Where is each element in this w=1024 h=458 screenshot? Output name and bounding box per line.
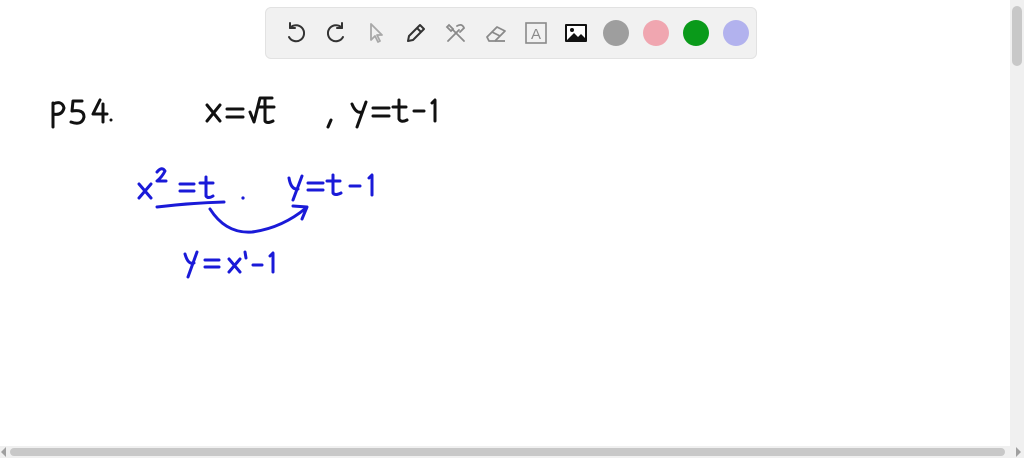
text-tool-button[interactable]: A bbox=[516, 13, 556, 53]
color-dot bbox=[603, 20, 629, 46]
handwritten-p54-label bbox=[51, 98, 113, 129]
handwritten-y-equals-t-minus-1-blue bbox=[287, 173, 374, 202]
pen-tool-button[interactable] bbox=[396, 13, 436, 53]
horizontal-scrollbar[interactable] bbox=[0, 446, 1024, 458]
tools-icon bbox=[445, 23, 466, 42]
scroll-right-arrow-icon[interactable] bbox=[1016, 447, 1021, 457]
svg-text:A: A bbox=[531, 26, 541, 43]
select-arrow-icon bbox=[370, 23, 383, 43]
handwritten-x-equals-sqrt-t bbox=[205, 96, 276, 124]
handwritten-y-equals-x-squared-minus-1 bbox=[183, 250, 275, 279]
color-swatch-green[interactable] bbox=[676, 13, 716, 53]
color-dot bbox=[723, 20, 749, 46]
redo-icon bbox=[326, 22, 344, 43]
handwritten-x-squared-equals-t bbox=[137, 167, 245, 209]
color-swatch-gray[interactable] bbox=[596, 13, 636, 53]
color-dot bbox=[683, 20, 709, 46]
horizontal-scroll-thumb[interactable] bbox=[10, 448, 1005, 456]
image-tool-button[interactable] bbox=[556, 13, 596, 53]
scroll-left-arrow-icon[interactable] bbox=[1, 447, 6, 457]
vertical-scroll-thumb[interactable] bbox=[1012, 6, 1022, 66]
select-tool-button[interactable] bbox=[356, 13, 396, 53]
eraser-tool-button[interactable] bbox=[476, 13, 516, 53]
eraser-icon bbox=[486, 26, 506, 42]
color-dot bbox=[643, 20, 669, 46]
undo-button[interactable] bbox=[276, 13, 316, 53]
pen-icon bbox=[407, 24, 425, 42]
whiteboard-canvas[interactable] bbox=[0, 0, 1010, 446]
tools-button[interactable] bbox=[436, 13, 476, 53]
undo-icon bbox=[288, 22, 306, 43]
image-icon bbox=[565, 24, 587, 42]
color-swatch-lavender[interactable] bbox=[716, 13, 756, 53]
redo-button[interactable] bbox=[316, 13, 356, 53]
handwriting-layer bbox=[51, 96, 437, 279]
drawing-toolbar: A bbox=[265, 7, 757, 59]
substitution-arrow bbox=[208, 204, 309, 234]
text-box-icon: A bbox=[525, 22, 547, 44]
color-swatch-pink[interactable] bbox=[636, 13, 676, 53]
handwritten-y-equals-t-minus-1 bbox=[326, 98, 437, 129]
vertical-scrollbar[interactable] bbox=[1010, 0, 1024, 446]
